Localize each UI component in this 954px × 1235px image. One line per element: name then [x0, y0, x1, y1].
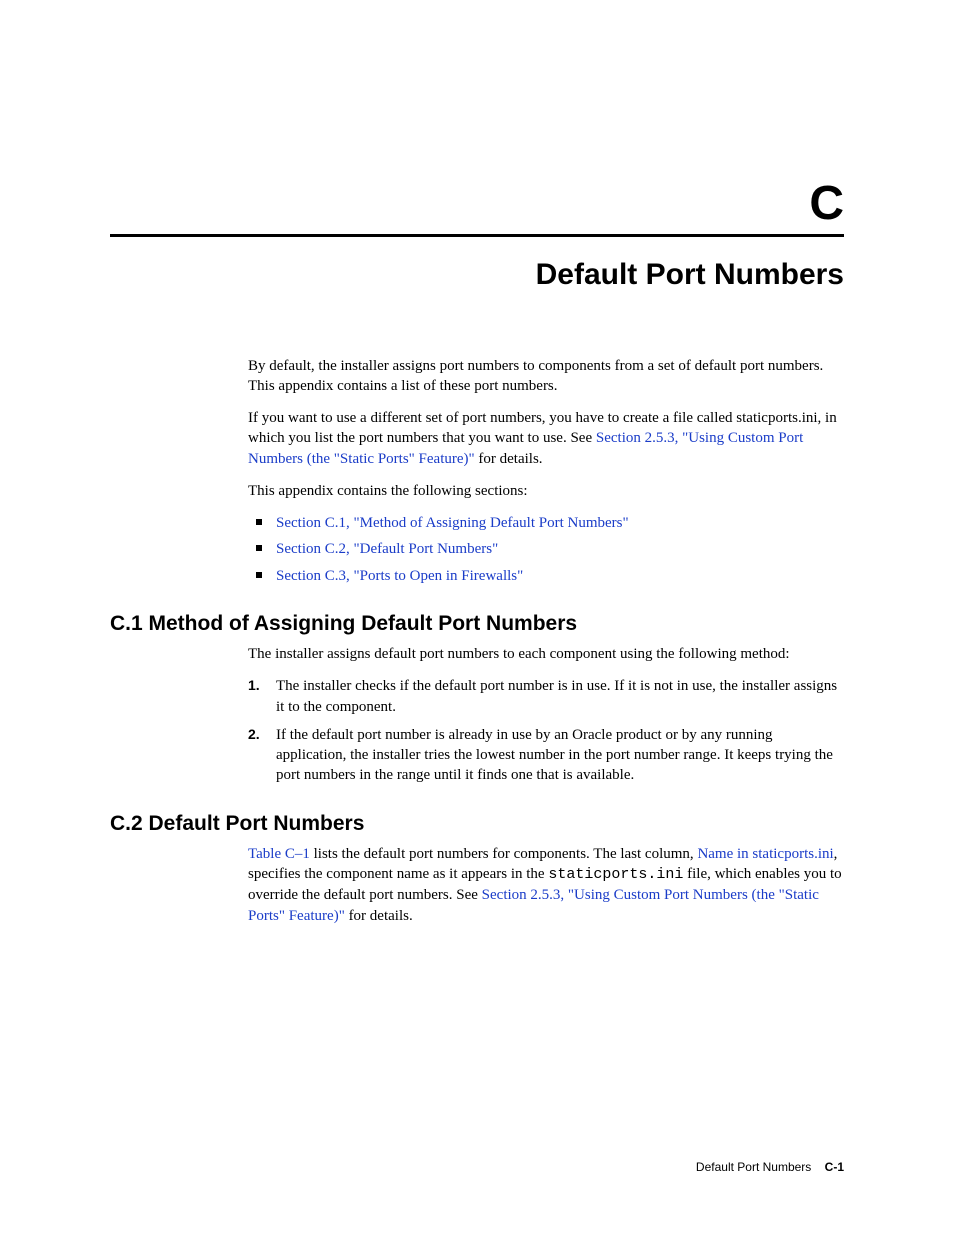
intro-p2-text-b: for details. [475, 451, 543, 467]
link-section-c1[interactable]: Section C.1, "Method of Assigning Defaul… [276, 515, 629, 531]
intro-paragraph-2: If you want to use a different set of po… [248, 408, 844, 469]
link-section-c3[interactable]: Section C.3, "Ports to Open in Firewalls… [276, 568, 523, 584]
code-staticports: staticports.ini [548, 866, 683, 883]
intro-paragraph-1: By default, the installer assigns port n… [248, 356, 844, 397]
link-table-c1[interactable]: Table C–1 [248, 846, 310, 862]
toc-list: Section C.1, "Method of Assigning Defaul… [248, 513, 844, 586]
footer-page-number: C-1 [825, 1160, 844, 1174]
c1-steps-list: The installer checks if the default port… [248, 676, 844, 785]
title-rule [110, 234, 844, 237]
list-item: Section C.2, "Default Port Numbers" [248, 539, 844, 559]
chapter-title: Default Port Numbers [110, 255, 844, 296]
page-footer: Default Port Numbers C-1 [696, 1159, 844, 1175]
section-heading-c2: C.2 Default Port Numbers [110, 810, 844, 838]
c2-text-b: lists the default port numbers for compo… [310, 846, 698, 862]
list-item: Section C.3, "Ports to Open in Firewalls… [248, 566, 844, 586]
list-item: The installer checks if the default port… [248, 676, 844, 717]
c1-intro: The installer assigns default port numbe… [248, 644, 844, 664]
c2-paragraph: Table C–1 lists the default port numbers… [248, 844, 844, 926]
link-name-staticports[interactable]: Name in staticports.ini [697, 846, 833, 862]
list-item: Section C.1, "Method of Assigning Defaul… [248, 513, 844, 533]
section-heading-c1: C.1 Method of Assigning Default Port Num… [110, 610, 844, 638]
list-item: If the default port number is already in… [248, 725, 844, 786]
footer-title: Default Port Numbers [696, 1160, 811, 1174]
c2-text-e: for details. [345, 908, 413, 924]
link-section-c2[interactable]: Section C.2, "Default Port Numbers" [276, 541, 498, 557]
appendix-letter: C [110, 180, 844, 228]
intro-paragraph-3: This appendix contains the following sec… [248, 481, 844, 501]
